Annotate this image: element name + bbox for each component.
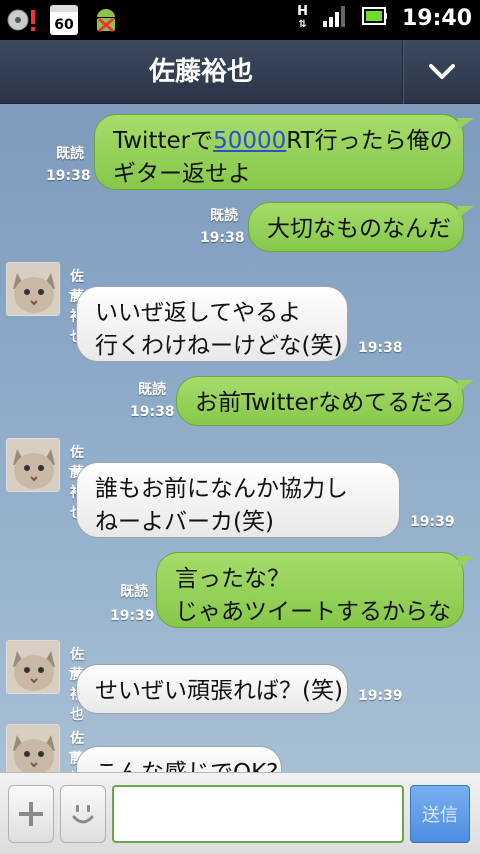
message-time: 19:39	[410, 514, 455, 530]
message-text: せいぜい頑張れば？(笑)	[95, 678, 343, 704]
avatar[interactable]	[6, 724, 60, 772]
message-input[interactable]	[112, 785, 404, 843]
message-time: 19:39	[110, 608, 155, 624]
message-time: 19:38	[358, 340, 403, 356]
sticker-button[interactable]	[60, 785, 106, 843]
message-input-bar: 送信	[0, 772, 480, 854]
status-bar: 60 H ⇅ 19:40	[0, 0, 480, 40]
read-receipt: 既読	[138, 382, 166, 398]
chat-header: 佐藤裕也	[0, 40, 480, 104]
read-receipt: 既読	[120, 584, 148, 600]
send-button[interactable]: 送信	[410, 785, 470, 843]
bubble-tail	[458, 556, 474, 568]
cat-avatar-image	[7, 439, 59, 491]
avatar[interactable]	[6, 438, 60, 492]
network-label: H	[297, 4, 308, 19]
avatar[interactable]	[6, 262, 60, 316]
message-line: ねーよバーカ(笑)	[95, 509, 274, 535]
cat-avatar-image	[7, 725, 59, 772]
message-line: ギター返せよ	[113, 161, 251, 187]
bubble-tail	[458, 118, 474, 130]
message-text: お前Twitterなめてるだろ	[195, 390, 455, 416]
attach-button[interactable]	[8, 785, 54, 843]
message-bubble[interactable]: Twitterで50000RT行ったら俺の ギター返せよ	[94, 114, 464, 190]
calendar-icon: 60	[50, 5, 78, 35]
chevron-down-icon	[429, 64, 455, 79]
message-bubble[interactable]: こんな感じでOK?	[76, 746, 282, 772]
message-bubble[interactable]: 誰もお前になんか協力し ねーよバーカ(笑)	[76, 462, 400, 538]
notification-icons: 60	[6, 4, 122, 36]
network-h-icon: H ⇅	[297, 4, 308, 30]
chat-area[interactable]: 既読 19:38 Twitterで50000RT行ったら俺の ギター返せよ 既読…	[0, 104, 480, 772]
message-time: 19:39	[358, 688, 403, 704]
chat-title: 佐藤裕也	[148, 57, 253, 87]
clock: 19:40	[401, 5, 472, 31]
message-line: 行くわけねーけどな(笑)	[95, 333, 343, 359]
android-blocked-icon	[90, 4, 122, 36]
avatar[interactable]	[6, 640, 60, 694]
message-text: RT行ったら俺の	[286, 128, 453, 154]
system-icons: H ⇅ 19:40	[297, 4, 472, 32]
message-time: 19:38	[200, 230, 245, 246]
bubble-tail	[458, 380, 474, 392]
message-text: こんな感じでOK?	[95, 757, 278, 772]
message-bubble[interactable]: 言ったな？ じゃあツイートするからな	[156, 552, 464, 628]
message-bubble[interactable]: 大切なものなんだ	[248, 202, 464, 252]
signal-icon	[322, 4, 348, 32]
battery-icon	[361, 6, 388, 30]
menu-expand-button[interactable]	[404, 40, 480, 104]
message-line: Twitterで50000RT行ったら俺の	[113, 125, 453, 158]
message-time: 19:38	[46, 168, 91, 184]
read-receipt: 既読	[56, 146, 84, 162]
message-line: 誰もお前になんか協力し	[95, 476, 348, 502]
message-line: いいぜ返してやるよ	[95, 300, 302, 326]
message-link[interactable]: 50000	[213, 128, 286, 154]
smiley-icon	[72, 805, 94, 824]
bubble-tail	[458, 206, 474, 218]
read-receipt: 既読	[210, 208, 238, 224]
header-divider	[402, 40, 403, 104]
message-bubble[interactable]: いいぜ返してやるよ 行くわけねーけどな(笑)	[76, 286, 348, 362]
cat-avatar-image	[7, 263, 59, 315]
message-line: じゃあツイートするからな	[175, 599, 451, 625]
message-text: 大切なものなんだ	[267, 216, 451, 242]
message-line: 言ったな？	[175, 566, 290, 592]
message-text: Twitterで	[113, 128, 214, 154]
alert-disc-icon	[6, 4, 38, 36]
message-time: 19:38	[130, 404, 175, 420]
message-bubble[interactable]: お前Twitterなめてるだろ	[176, 376, 464, 426]
plus-icon	[19, 802, 43, 826]
message-bubble[interactable]: せいぜい頑張れば？(笑)	[76, 664, 348, 714]
cat-avatar-image	[7, 641, 59, 693]
